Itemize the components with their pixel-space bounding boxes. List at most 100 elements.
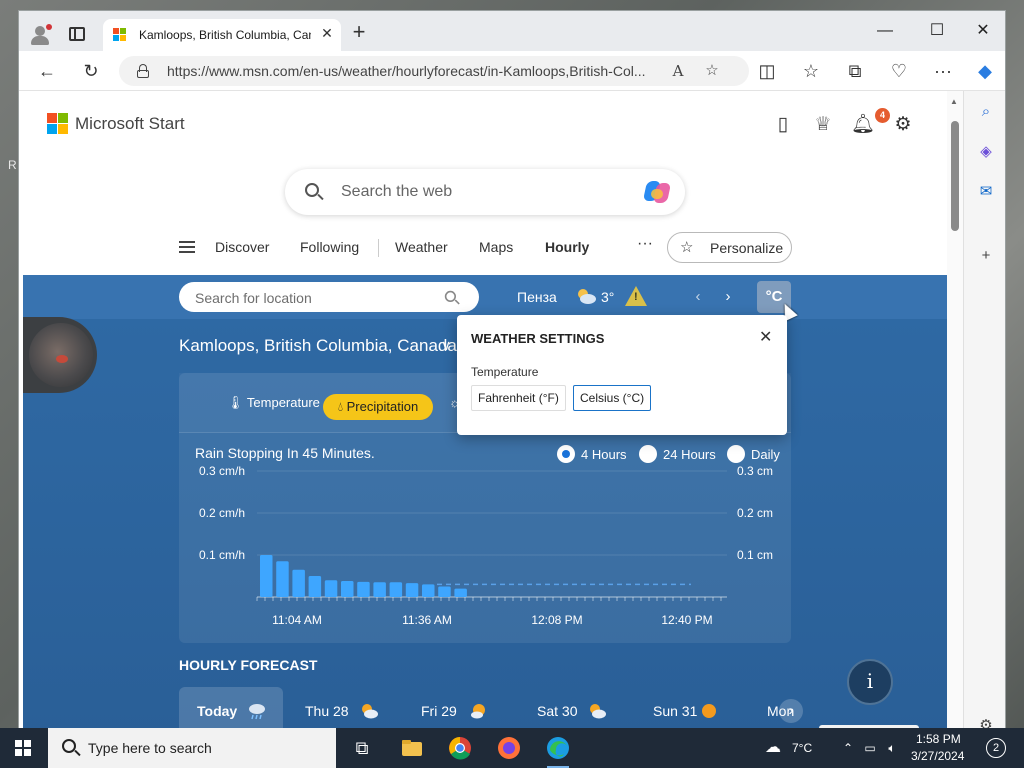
celsius-option[interactable]: Celsius (°C): [573, 385, 652, 411]
taskbar-search[interactable]: Type here to search: [48, 728, 336, 768]
refresh-icon[interactable]: ↻: [77, 58, 105, 84]
precipitation-bar: [389, 582, 403, 597]
web-search-box[interactable]: Search the web: [285, 169, 685, 215]
browser-tab[interactable]: Kamloops, British Columbia, Canada ✕: [103, 19, 341, 51]
warning-icon[interactable]: [625, 286, 647, 306]
task-view-icon[interactable]: ⧉: [348, 734, 376, 762]
location-search-icon[interactable]: [444, 290, 460, 305]
menu-item-hourly[interactable]: Hourly: [545, 239, 589, 255]
favorites-icon[interactable]: ☆: [797, 58, 825, 84]
partly-cloudy-icon: [471, 704, 485, 719]
tab-close-icon[interactable]: ✕: [319, 25, 335, 43]
taskbar-weather-temp[interactable]: 7°C: [792, 741, 812, 755]
copilot-app-icon[interactable]: ◈: [975, 141, 997, 163]
radio-icon: [727, 445, 745, 463]
back-icon[interactable]: ←: [33, 58, 61, 84]
notification-count-badge[interactable]: 2: [986, 738, 1006, 758]
precipitation-bar: [373, 582, 386, 597]
hamburger-icon[interactable]: [179, 241, 195, 253]
firefox-icon[interactable]: [495, 734, 523, 762]
search-sidebar-icon[interactable]: ⌕: [975, 101, 997, 123]
profile-icon[interactable]: [29, 24, 52, 46]
search-icon: [62, 739, 81, 757]
address-bar[interactable]: https://www.msn.com/en-us/weather/hourly…: [119, 56, 749, 86]
x-tick-label: 11:36 AM: [402, 613, 452, 627]
day-tab-sat[interactable]: Sat 30: [519, 687, 623, 729]
search-input[interactable]: Search the web: [341, 183, 452, 201]
menu-item-weather[interactable]: Weather: [395, 239, 448, 255]
day-tab-label: Sat 30: [537, 703, 578, 719]
precipitation-bar: [292, 569, 305, 597]
window-close-icon[interactable]: ✕: [963, 17, 1003, 45]
outlook-icon[interactable]: ✉: [975, 181, 997, 203]
desktop-edge-text: R: [8, 158, 17, 172]
notification-badge: 4: [875, 108, 890, 123]
page-scrollbar[interactable]: ▲: [947, 91, 963, 729]
volume-icon[interactable]: 🔈︎: [884, 740, 900, 756]
bell-icon[interactable]: 🔔︎: [850, 112, 876, 138]
day-tab-label: Fri 29: [421, 703, 457, 719]
day-tab-thu[interactable]: Thu 28: [287, 687, 391, 729]
network-icon[interactable]: ▭: [862, 740, 878, 756]
more-menu-icon[interactable]: ···: [637, 235, 653, 253]
fahrenheit-option[interactable]: Fahrenheit (°F): [471, 385, 566, 411]
precipitation-bar: [260, 555, 273, 597]
minimize-icon[interactable]: —: [865, 17, 905, 45]
new-tab-icon[interactable]: +: [349, 21, 369, 44]
collections-icon[interactable]: ⧉: [841, 58, 869, 84]
favorite-star-icon[interactable]: ☆: [701, 60, 723, 82]
location-title[interactable]: Kamloops, British Columbia, Canada: [179, 336, 457, 356]
side-widget[interactable]: [23, 317, 97, 393]
day-tab-fri[interactable]: Fri 29: [403, 687, 507, 729]
chevron-right-icon[interactable]: ›: [779, 699, 803, 723]
clock-time[interactable]: 1:58 PM: [916, 732, 961, 746]
add-app-icon[interactable]: +: [975, 245, 997, 267]
edge-icon[interactable]: [544, 734, 572, 762]
chevron-up-icon[interactable]: ⌃: [840, 740, 856, 756]
menu-separator: [378, 239, 379, 257]
personalize-button[interactable]: ☆ Personalize: [667, 232, 792, 263]
rain-cloud-icon: [249, 704, 265, 720]
menu-item-following[interactable]: Following: [300, 239, 359, 255]
day-tab-sun[interactable]: Sun 31: [635, 687, 739, 729]
read-aloud-icon[interactable]: A: [667, 60, 689, 82]
microsoft-logo-icon[interactable]: [47, 113, 68, 134]
url-text[interactable]: https://www.msn.com/en-us/weather/hourly…: [167, 63, 657, 79]
current-city[interactable]: Пенза: [517, 289, 557, 305]
weather-cloud-icon[interactable]: ☁: [760, 740, 786, 756]
tab-actions-icon[interactable]: [69, 27, 85, 41]
clock-date[interactable]: 3/27/2024: [911, 749, 964, 763]
chevron-down-icon[interactable]: ∨: [441, 337, 451, 354]
split-screen-icon[interactable]: ◫: [753, 58, 781, 84]
copilot-sidebar-icon[interactable]: ◆: [971, 58, 999, 84]
partly-cloudy-icon: [578, 289, 596, 304]
prev-location-icon[interactable]: ‹: [689, 288, 707, 306]
menu-item-discover[interactable]: Discover: [215, 239, 269, 255]
next-location-icon[interactable]: ›: [719, 288, 737, 306]
chrome-icon[interactable]: [446, 734, 474, 762]
file-explorer-icon[interactable]: [398, 734, 426, 762]
y-tick-label-left: 0.3 cm/h: [199, 464, 245, 478]
tab-temperature[interactable]: 🌡︎ Temperature: [227, 395, 320, 419]
gear-icon[interactable]: ⚙: [890, 112, 916, 138]
location-search-input[interactable]: Search for location: [179, 282, 479, 312]
day-tab-today[interactable]: Today: [179, 687, 283, 729]
taskbar-search-placeholder: Type here to search: [88, 740, 212, 756]
phone-icon[interactable]: ▯: [770, 112, 796, 138]
copilot-icon[interactable]: [642, 179, 672, 205]
settings-more-icon[interactable]: ···: [929, 58, 957, 84]
close-icon[interactable]: ✕: [759, 327, 772, 347]
lock-icon[interactable]: [137, 64, 149, 78]
maximize-icon[interactable]: ☐: [917, 17, 957, 45]
menu-item-maps[interactable]: Maps: [479, 239, 513, 255]
personalize-label: Personalize: [710, 240, 784, 256]
scroll-thumb[interactable]: [951, 121, 959, 231]
info-icon[interactable]: i: [847, 659, 893, 705]
tab-precipitation[interactable]: 💧︎ Precipitation: [323, 394, 433, 420]
brand-title[interactable]: Microsoft Start: [75, 114, 185, 134]
windows-start-icon[interactable]: [15, 740, 31, 756]
current-temp[interactable]: 3°: [601, 289, 614, 305]
browser-essentials-icon[interactable]: ♡: [885, 58, 913, 84]
scroll-up-icon[interactable]: ▲: [950, 97, 960, 107]
rewards-icon[interactable]: ♕: [810, 112, 836, 138]
